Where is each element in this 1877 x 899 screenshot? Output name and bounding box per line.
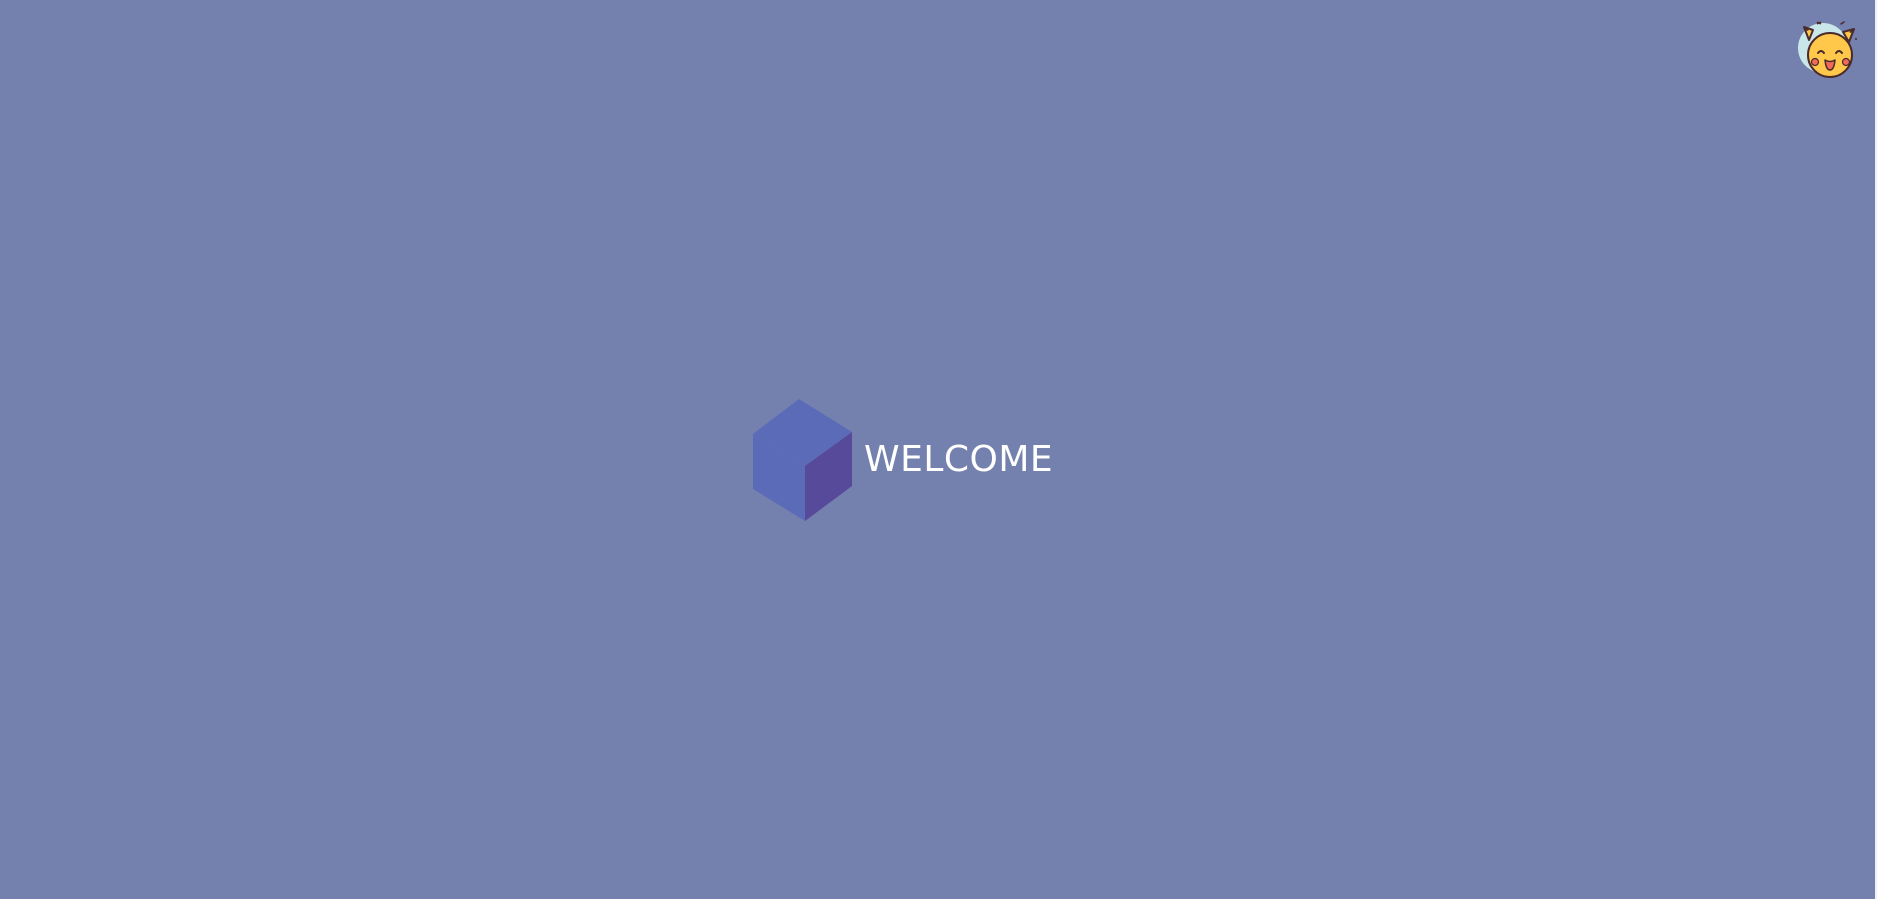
welcome-banner: WELCOME bbox=[751, 399, 1053, 521]
user-avatar[interactable] bbox=[1795, 18, 1859, 82]
welcome-title: WELCOME bbox=[864, 439, 1054, 480]
cube-icon bbox=[753, 399, 852, 521]
welcome-screen: WELCOME bbox=[0, 0, 1877, 899]
pikachu-avatar-icon bbox=[1798, 21, 1857, 78]
